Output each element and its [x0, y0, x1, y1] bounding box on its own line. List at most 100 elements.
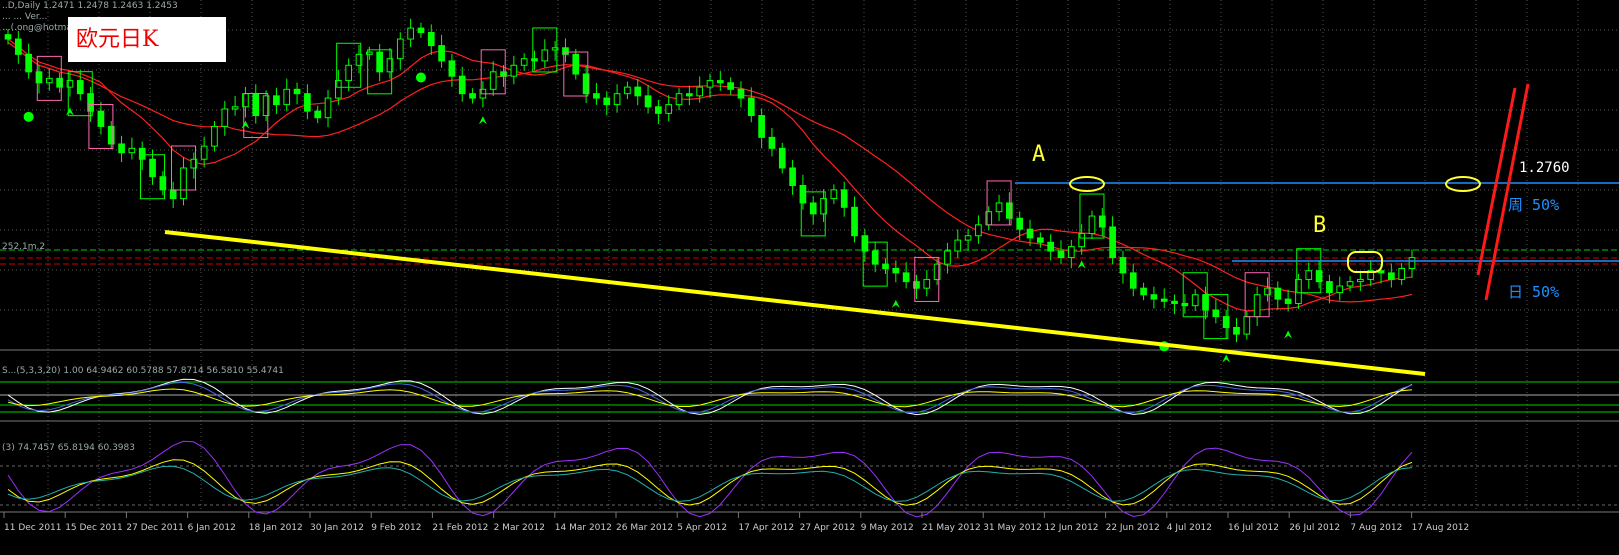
x-tick-label: 26 Mar 2012	[616, 523, 673, 533]
candle-bullish	[1088, 215, 1096, 235]
candle-bearish	[149, 158, 156, 178]
chart-title: 欧元日K	[68, 17, 226, 62]
candle-bearish	[314, 110, 322, 119]
candle-bearish	[169, 189, 177, 200]
candle-bearish	[902, 272, 910, 283]
x-tick-label: 27 Apr 2012	[800, 523, 856, 533]
candle-bearish	[1171, 300, 1178, 304]
candle-bearish	[778, 147, 786, 169]
x-tick-label: 5 Apr 2012	[677, 523, 727, 533]
label-a: A	[1032, 142, 1046, 167]
candle-bearish	[458, 75, 466, 95]
candle-bullish	[221, 108, 229, 127]
candle-bearish	[118, 143, 125, 154]
candle-bearish	[376, 51, 383, 73]
x-tick-label: 7 Aug 2012	[1350, 523, 1402, 533]
candle-bullish	[995, 202, 1003, 213]
candle-bearish	[1284, 298, 1292, 304]
candle-bullish	[200, 145, 208, 160]
candle-bearish	[758, 115, 765, 138]
candle-bearish	[417, 27, 425, 33]
candle-bearish	[644, 95, 652, 108]
candle-bullish	[830, 189, 838, 200]
signal-dot-icon	[23, 111, 34, 122]
candle-bullish	[706, 80, 714, 88]
candle-bullish	[944, 250, 951, 265]
candle-bullish	[396, 38, 404, 60]
candle-bullish	[954, 239, 962, 252]
candle-bearish	[1119, 257, 1127, 274]
x-tick-label: 26 Jul 2012	[1289, 523, 1340, 533]
candle-bullish	[975, 224, 982, 237]
candle-bearish	[469, 93, 476, 99]
price-label-1-2760: 1.2760	[1519, 160, 1570, 176]
candle-bullish	[510, 64, 518, 77]
x-tick-label: 9 Feb 2012	[371, 523, 421, 533]
candle-bullish	[1191, 294, 1199, 307]
candle-bearish	[4, 34, 12, 40]
x-tick-label: 9 May 2012	[861, 523, 914, 533]
candle-bearish	[655, 106, 662, 114]
x-tick-label: 12 Jun 2012	[1044, 523, 1098, 533]
candle-bearish	[1016, 217, 1024, 230]
candle-bullish	[675, 93, 683, 106]
candle-bearish	[448, 60, 456, 77]
candle-bearish	[634, 86, 642, 97]
candle-bearish	[427, 31, 435, 47]
x-tick-label: 16 Jul 2012	[1228, 523, 1279, 533]
candle-bearish	[1150, 294, 1158, 300]
candle-bearish	[1057, 250, 1065, 259]
candle-bearish	[603, 97, 611, 106]
candle-bullish	[324, 97, 332, 119]
candle-bearish	[1160, 298, 1168, 302]
candle-bearish	[840, 189, 848, 208]
oscillator-1-header: S...(5,3,3,20) 1.00 64.9462 60.5788 57.8…	[2, 366, 284, 376]
candle-bearish	[1037, 237, 1044, 243]
candle-bearish	[727, 82, 734, 90]
candle-bullish	[1253, 294, 1261, 318]
candle-bullish	[180, 167, 187, 200]
header-line-2: ... ... Ver...	[2, 12, 48, 22]
candle-bullish	[923, 278, 931, 289]
candle-bearish	[25, 53, 32, 73]
candle-bullish	[1398, 268, 1406, 280]
oscillator-2-header: (3) 74.7457 65.8194 60.3983	[2, 443, 135, 453]
candle-bullish	[407, 27, 414, 40]
candle-bullish	[128, 147, 136, 154]
x-tick-label: 4 Jul 2012	[1167, 523, 1212, 533]
candle-bearish	[789, 167, 796, 186]
candle-bearish	[851, 206, 858, 237]
candle-bullish	[696, 86, 704, 97]
candle-bullish	[964, 235, 972, 241]
forex-chart[interactable]: 11 Dec 2011 15 Dec 2011 27 Dec 2011 6 Jan 2…	[0, 0, 1619, 555]
candle-bullish	[665, 104, 673, 114]
candle-bullish	[345, 64, 353, 82]
x-tick-label: 21 May 2012	[922, 523, 981, 533]
label-b: B	[1313, 213, 1327, 238]
x-tick-label: 21 Feb 2012	[432, 523, 488, 533]
candle-bearish	[1109, 226, 1116, 259]
candle-bullish	[211, 125, 218, 147]
weekly-50-label: 周 50%	[1508, 196, 1560, 214]
hline-label: 252.1m.2	[2, 242, 46, 252]
x-tick-label: 6 Jan 2012	[188, 523, 236, 533]
candle-bearish	[572, 53, 580, 75]
x-tick-label: 17 Apr 2012	[738, 523, 794, 533]
candle-bullish	[624, 86, 631, 95]
candle-bearish	[97, 110, 105, 127]
candle-bullish	[613, 93, 621, 106]
x-tick-label: 11 Dec 2011	[4, 523, 62, 533]
x-tick-label: 15 Dec 2011	[65, 523, 123, 533]
candle-bearish	[1326, 281, 1333, 294]
candle-bullish	[520, 58, 528, 66]
candle-bearish	[593, 93, 600, 99]
candle-bearish	[1140, 287, 1147, 296]
candle-bullish	[1305, 270, 1313, 280]
candle-bearish	[716, 80, 724, 84]
candle-bearish	[438, 45, 445, 62]
candle-bullish	[283, 88, 291, 106]
candle-bullish	[1346, 281, 1354, 287]
x-tick-label: 30 Jan 2012	[310, 523, 364, 533]
candle-bearish	[252, 93, 260, 117]
candle-bearish	[273, 95, 280, 106]
